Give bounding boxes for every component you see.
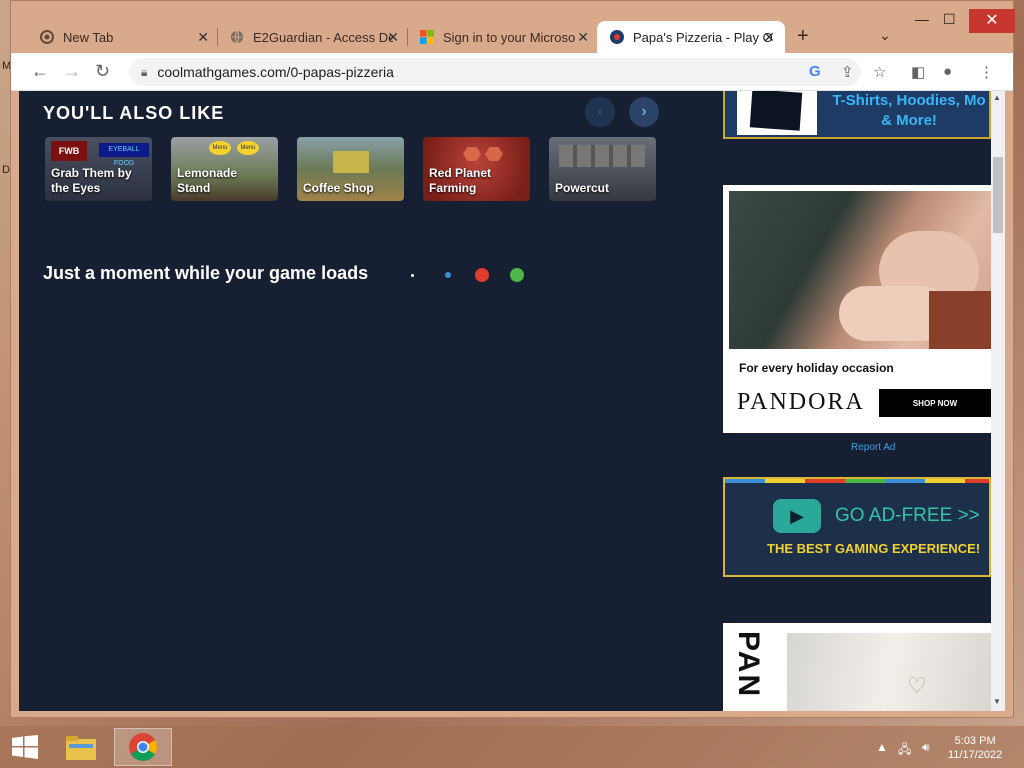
windows-start-button[interactable] <box>6 728 44 766</box>
back-arrow-icon[interactable]: ← <box>31 61 49 82</box>
close-window-button[interactable]: ✕ <box>969 9 1015 33</box>
clock-time: 5:03 PM <box>954 735 996 747</box>
game-card-label: Lemonade Stand <box>177 166 238 195</box>
share-icon[interactable]: ⇪ <box>841 63 854 81</box>
scroll-down-icon[interactable]: ▼ <box>993 697 1001 706</box>
tab-title: Papa's Pizzeria - Play O <box>633 29 773 45</box>
tab-papas-pizzeria[interactable]: Papa's Pizzeria - Play O ✕ <box>597 21 785 53</box>
carousel-prev-button[interactable]: ‹ <box>585 97 615 127</box>
side-panel-icon[interactable]: ◧ <box>911 63 925 81</box>
volume-icon[interactable]: 🔊︎ <box>922 740 930 755</box>
game-card-coffee-shop[interactable]: Coffee Shop <box>297 137 404 201</box>
chrome-taskbar-button[interactable] <box>114 728 172 766</box>
maximize-button[interactable]: ☐ <box>943 11 956 28</box>
loading-dot <box>411 274 414 277</box>
scroll-up-icon[interactable]: ▲ <box>993 93 1001 102</box>
shop-now-button[interactable]: SHOP NOW <box>879 389 991 417</box>
merch-ad[interactable]: T-Shirts, Hoodies, Mo & More! <box>723 91 991 139</box>
microsoft-icon <box>419 29 435 45</box>
profile-avatar-icon[interactable]: ● <box>943 63 952 80</box>
loading-dot <box>510 268 524 282</box>
globe-icon <box>229 29 245 45</box>
minimize-button[interactable]: — <box>915 11 929 27</box>
tab-title: E2Guardian - Access De <box>253 29 393 45</box>
chrome-icon <box>39 29 55 45</box>
game-card-label: Grab Them by the Eyes <box>51 166 132 195</box>
reload-icon[interactable]: ↻ <box>95 61 110 82</box>
close-icon[interactable]: ✕ <box>577 29 589 46</box>
file-explorer-icon[interactable] <box>60 728 102 766</box>
menu-badge: Menu <box>237 141 259 155</box>
tab-title: Sign in to your Microso <box>443 29 576 45</box>
browser-toolbar: ← → ↻ 🔒︎ coolmathgames.com/0-papas-pizze… <box>11 53 1013 91</box>
clock-date: 11/17/2022 <box>948 749 1003 761</box>
windows-taskbar: ▲ 🖧︎ 🔊︎ 5:03 PM 11/17/2022 <box>0 726 1024 768</box>
go-ad-free-banner[interactable]: ▶ GO AD-FREE >> THE BEST GAMING EXPERIEN… <box>723 477 991 577</box>
necklace-photo: ♡ <box>787 633 991 711</box>
close-icon[interactable]: ✕ <box>763 29 775 46</box>
page-scrollbar[interactable]: ▲ ▼ <box>991 91 1005 711</box>
loading-dot <box>475 268 489 282</box>
game-card-red-planet-farming[interactable]: Red Planet Farming <box>423 137 530 201</box>
game-card-label: Powercut <box>555 181 610 195</box>
taskbar-clock[interactable]: 5:03 PM 11/17/2022 <box>948 734 1002 762</box>
bookmark-star-icon[interactable]: ☆ <box>873 63 886 81</box>
tab-new-tab[interactable]: New Tab ✕ <box>27 21 219 53</box>
pandora-logo: PANDORA <box>737 389 865 415</box>
tab-microsoft-signin[interactable]: Sign in to your Microso ✕ <box>407 21 599 53</box>
pandora-vertical-logo: PAN <box>732 631 765 699</box>
more-menu-icon[interactable]: ⋮ <box>979 63 994 81</box>
tab-search-chevron-icon[interactable]: ⌄ <box>879 27 891 44</box>
url-text: coolmathgames.com/0-papas-pizzeria <box>157 64 394 80</box>
game-card-label: Red Planet Farming <box>429 166 492 195</box>
go-ad-free-title: GO AD-FREE >> <box>835 505 980 526</box>
report-ad-link[interactable]: Report Ad <box>851 442 895 453</box>
pandora-bottom-ad[interactable]: PAN ♡ <box>723 623 991 711</box>
forward-arrow-icon[interactable]: → <box>63 61 81 82</box>
carousel-next-button[interactable]: › <box>629 97 659 127</box>
game-card-grab-them-by-the-eyes[interactable]: FWB EYEBALL FOOD Grab Them by the Eyes <box>45 137 152 201</box>
section-title: YOU'LL ALSO LIKE <box>43 103 225 123</box>
merch-ad-text: T-Shirts, Hoodies, Mo & More! <box>832 92 986 129</box>
scroll-thumb[interactable] <box>993 157 1003 233</box>
lock-icon: 🔒︎ <box>141 64 148 79</box>
coolmath-icon <box>609 29 625 45</box>
pandora-ad-photo <box>729 191 991 349</box>
new-tab-button[interactable]: + <box>797 25 809 48</box>
game-card-powercut[interactable]: Powercut <box>549 137 656 201</box>
play-icon: ▶ <box>773 499 821 533</box>
loading-dot <box>445 272 451 278</box>
flash-badge: FWB <box>51 141 87 161</box>
menu-badge: Menu <box>209 141 231 155</box>
close-icon[interactable]: ✕ <box>387 29 399 46</box>
tab-strip: New Tab ✕ E2Guardian - Access De ✕ Sign … <box>11 1 1015 53</box>
game-sign: EYEBALL FOOD <box>99 143 149 167</box>
tab-e2guardian[interactable]: E2Guardian - Access De ✕ <box>217 21 409 53</box>
close-icon[interactable]: ✕ <box>197 29 209 46</box>
desktop-stray-text: D <box>2 164 10 176</box>
game-card-lemonade-stand[interactable]: Menu Menu Lemonade Stand <box>171 137 278 201</box>
page-viewport: YOU'LL ALSO LIKE ‹ › FWB EYEBALL FOOD Gr… <box>19 91 1005 711</box>
game-card-label: Coffee Shop <box>303 181 374 195</box>
chrome-window: New Tab ✕ E2Guardian - Access De ✕ Sign … <box>10 0 1015 718</box>
show-hidden-icons-chevron[interactable]: ▲ <box>876 740 888 754</box>
address-bar[interactable]: 🔒︎ coolmathgames.com/0-papas-pizzeria <box>129 58 861 86</box>
go-ad-free-subtitle: THE BEST GAMING EXPERIENCE! <box>767 541 981 556</box>
pandora-tagline: For every holiday occasion <box>739 361 894 375</box>
game-loading-message: Just a moment while your game loads <box>43 263 369 283</box>
tab-title: New Tab <box>63 29 114 45</box>
google-lens-icon[interactable]: G <box>809 63 821 80</box>
network-icon[interactable]: 🖧︎ <box>898 740 911 761</box>
pandora-ad[interactable]: For every holiday occasion PANDORA SHOP … <box>723 185 991 433</box>
